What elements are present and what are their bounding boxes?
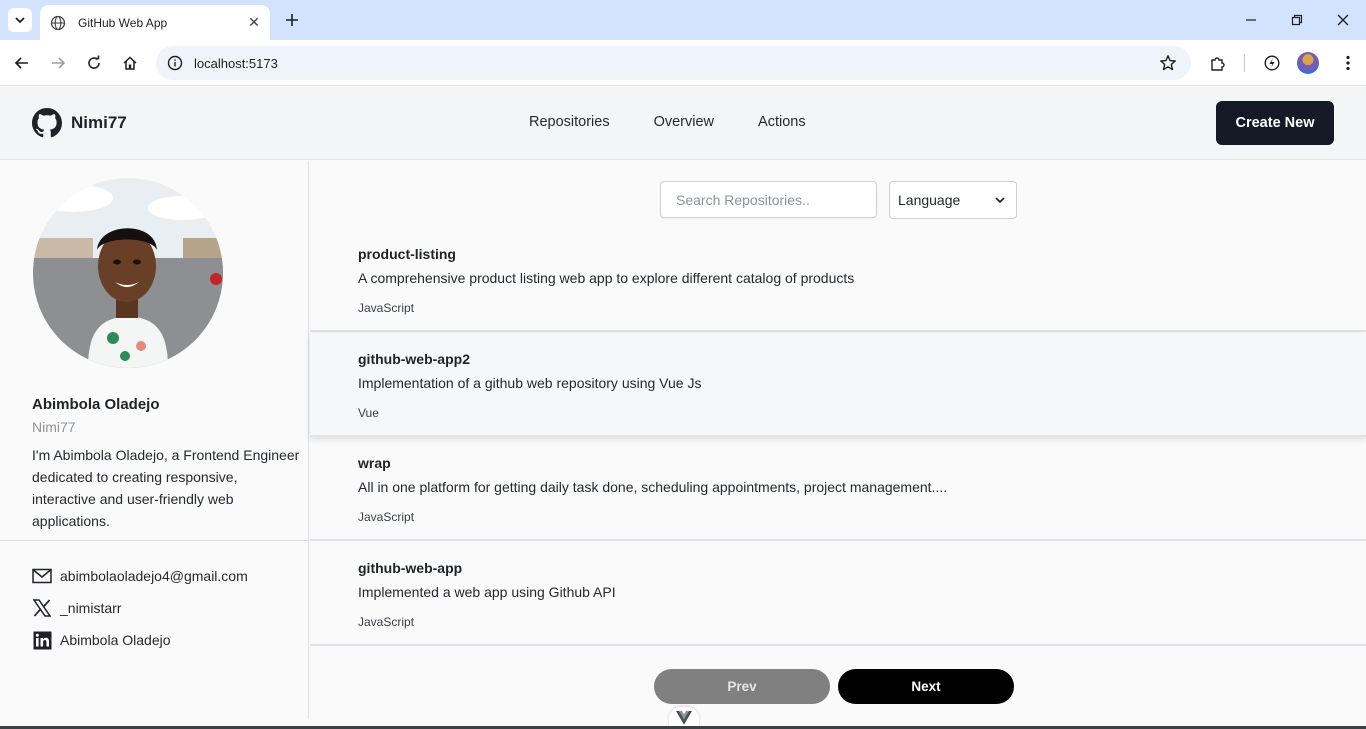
github-logo-icon	[32, 108, 62, 138]
window-close-button[interactable]	[1320, 0, 1366, 40]
repo-card[interactable]: github-web-app Implemented a web app usi…	[310, 542, 1366, 646]
nav-overview[interactable]: Overview	[632, 114, 736, 130]
profile-photo	[33, 178, 223, 368]
home-icon	[123, 56, 137, 70]
profile-bio: I'm Abimbola Oladejo, a Frontend Enginee…	[32, 447, 300, 529]
close-icon	[1337, 14, 1349, 26]
repo-description: All in one platform for getting daily ta…	[358, 479, 948, 495]
browser-tab[interactable]: GitHub Web App ✕	[40, 5, 270, 40]
arrow-left-icon	[14, 57, 28, 69]
arrow-right-icon	[52, 57, 66, 69]
browser-tabstrip: GitHub Web App ✕	[0, 0, 1366, 40]
home-button[interactable]	[116, 49, 144, 77]
next-button[interactable]: Next	[838, 669, 1014, 704]
brand[interactable]: Nimi77	[32, 108, 127, 138]
header-username: Nimi77	[71, 113, 127, 132]
mail-icon	[32, 566, 52, 586]
speed-icon	[1264, 55, 1280, 71]
globe-icon	[50, 15, 66, 31]
repo-language: JavaScript	[358, 615, 415, 629]
vue-logo-icon	[676, 711, 692, 725]
browser-toolbar: localhost:5173	[0, 40, 1366, 86]
profile-avatar-button[interactable]	[1297, 52, 1319, 74]
toolbar-divider	[1244, 54, 1245, 72]
language-select[interactable]: Language	[889, 181, 1017, 219]
repo-description: Implemented a web app using Github API	[358, 584, 616, 600]
create-new-button[interactable]: Create New	[1216, 101, 1334, 145]
repo-description: Implementation of a github web repositor…	[358, 375, 702, 391]
contact-email[interactable]: abimbolaoladejo4@gmail.com	[32, 566, 248, 586]
repo-name[interactable]: github-web-app	[358, 560, 462, 576]
repo-name[interactable]: wrap	[358, 455, 391, 471]
profile-name: Abimbola Oladejo	[32, 396, 160, 413]
tab-title: GitHub Web App	[78, 15, 168, 30]
x-twitter-icon	[32, 598, 52, 618]
profile-handle: Nimi77	[32, 419, 76, 435]
contact-twitter-text: _nimistarr	[60, 600, 122, 616]
url-text: localhost:5173	[194, 55, 278, 71]
forward-button[interactable]	[44, 49, 72, 77]
repo-name[interactable]: product-listing	[358, 246, 456, 262]
contact-linkedin[interactable]: Abimbola Oladejo	[32, 630, 171, 650]
repo-name[interactable]: github-web-app2	[358, 351, 470, 367]
address-bar[interactable]: localhost:5173	[156, 46, 1191, 80]
info-icon[interactable]	[158, 55, 192, 71]
repo-card[interactable]: github-web-app2 Implementation of a gith…	[310, 333, 1366, 437]
repo-language: Vue	[358, 406, 379, 420]
plus-icon	[286, 14, 298, 26]
repo-card[interactable]: wrap All in one platform for getting dai…	[310, 437, 1366, 541]
performance-button[interactable]	[1258, 49, 1286, 77]
repo-language: JavaScript	[358, 510, 415, 524]
repo-card[interactable]: product-listing A comprehensive product …	[310, 228, 1366, 332]
close-icon[interactable]: ✕	[242, 11, 266, 35]
back-button[interactable]	[8, 49, 36, 77]
contact-twitter[interactable]: _nimistarr	[32, 598, 121, 618]
reload-icon	[88, 55, 100, 69]
minimize-button[interactable]	[1228, 0, 1274, 40]
nav-repositories[interactable]: Repositories	[507, 114, 632, 130]
minimize-icon	[1246, 19, 1256, 21]
tab-search-button[interactable]	[8, 8, 32, 32]
nav-actions[interactable]: Actions	[736, 114, 828, 130]
profile-sidebar: Abimbola Oladejo Nimi77 I'm Abimbola Ola…	[0, 161, 309, 719]
puzzle-icon	[1211, 57, 1225, 71]
linkedin-icon	[32, 630, 52, 650]
sidebar-divider	[0, 540, 308, 541]
app-header: Nimi77 Repositories Overview Actions Cre…	[0, 87, 1366, 160]
more-vert-icon	[1346, 55, 1350, 71]
contact-email-text: abimbolaoladejo4@gmail.com	[60, 568, 248, 584]
language-select-label: Language	[898, 192, 961, 208]
new-tab-button[interactable]	[280, 8, 304, 32]
reload-button[interactable]	[80, 49, 108, 77]
repo-description: A comprehensive product listing web app …	[358, 270, 855, 286]
repo-language: JavaScript	[358, 301, 415, 315]
menu-button[interactable]	[1334, 49, 1362, 77]
chevron-down-icon	[15, 17, 25, 24]
contact-linkedin-text: Abimbola Oladejo	[60, 632, 171, 648]
chevron-down-icon	[995, 197, 1005, 204]
prev-button[interactable]: Prev	[654, 669, 830, 704]
main-nav: Repositories Overview Actions	[507, 114, 828, 130]
extensions-button[interactable]	[1204, 49, 1232, 77]
restore-button[interactable]	[1274, 0, 1320, 40]
search-input[interactable]	[660, 181, 877, 218]
star-icon[interactable]	[1153, 54, 1183, 72]
restore-icon	[1291, 14, 1303, 26]
